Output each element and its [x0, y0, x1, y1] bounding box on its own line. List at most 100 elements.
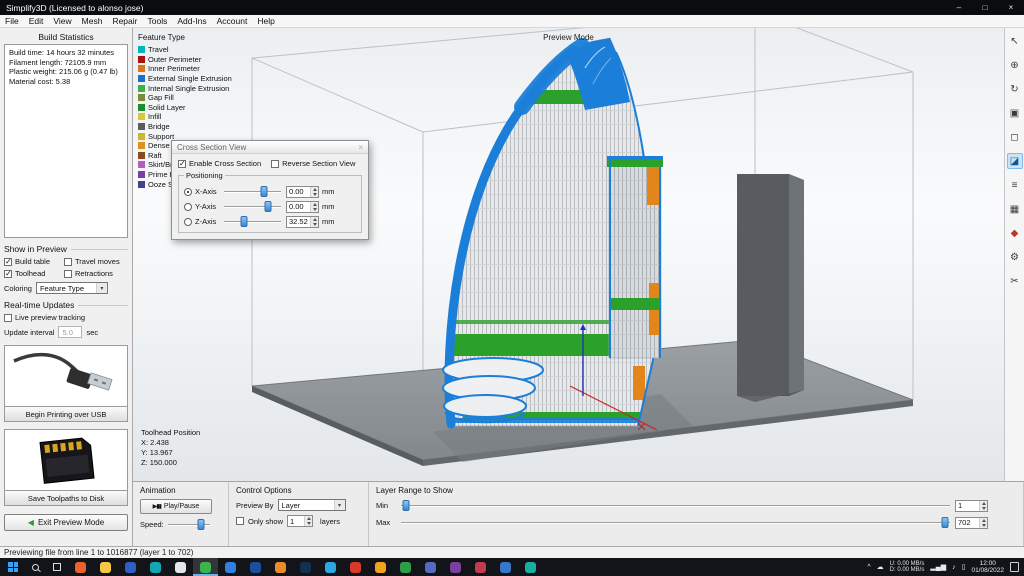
x-axis-radio[interactable]	[184, 187, 192, 196]
slider-handle[interactable]	[941, 517, 948, 528]
battery-icon[interactable]: ▯	[962, 563, 966, 571]
taskbar-app[interactable]	[118, 558, 143, 576]
select-tool-button[interactable]: ↖	[1007, 33, 1023, 49]
taskbar-app[interactable]	[93, 558, 118, 576]
settings-tool-button[interactable]: ⚙	[1007, 249, 1023, 265]
begin-printing-usb-button[interactable]: Begin Printing over USB	[5, 406, 127, 421]
speed-slider[interactable]	[167, 518, 210, 531]
taskbar-app[interactable]	[468, 558, 493, 576]
taskbar-app[interactable]	[143, 558, 168, 576]
taskbar-app[interactable]	[418, 558, 443, 576]
notification-center-icon[interactable]	[1010, 562, 1019, 572]
menu-item[interactable]: Account	[212, 15, 253, 27]
preview-by-select[interactable]: Layer	[277, 499, 346, 511]
slider-handle[interactable]	[197, 519, 205, 530]
y-axis-radio[interactable]	[184, 202, 192, 211]
taskbar-app[interactable]	[368, 558, 393, 576]
3d-scene[interactable]	[133, 28, 1024, 481]
dialog-titlebar[interactable]: Cross Section View ×	[172, 141, 368, 154]
taskbar-app[interactable]	[168, 558, 193, 576]
fit-view-tool-button[interactable]: ▣	[1007, 105, 1023, 121]
y-axis-slider[interactable]	[224, 200, 281, 213]
taskbar-app[interactable]	[268, 558, 293, 576]
spinner-arrows[interactable]	[304, 516, 313, 526]
min-layer-slider[interactable]	[401, 499, 950, 512]
menu-item[interactable]: View	[48, 15, 76, 27]
menu-item[interactable]: Help	[252, 15, 279, 27]
x-axis-value-input[interactable]: 0.00	[286, 185, 319, 198]
spinner-arrows[interactable]	[310, 201, 318, 212]
only-show-checkbox[interactable]	[236, 517, 244, 525]
taskbar-app[interactable]	[443, 558, 468, 576]
z-axis-value-input[interactable]: 32.52	[286, 215, 319, 228]
spinner-arrows[interactable]	[310, 186, 318, 197]
menu-item[interactable]: Add-Ins	[172, 15, 211, 27]
menu-item[interactable]: Tools	[142, 15, 172, 27]
control-options-title: Control Options	[236, 486, 292, 495]
slider-handle[interactable]	[264, 201, 272, 212]
taskbar-app[interactable]	[218, 558, 243, 576]
cloud-icon[interactable]: ☁	[877, 563, 884, 571]
enable-cross-section-checkbox[interactable]: Enable Cross Section	[178, 159, 261, 168]
menu-item[interactable]: Edit	[24, 15, 49, 27]
spinner-arrows[interactable]	[979, 500, 987, 511]
spinner-arrows[interactable]	[979, 517, 987, 528]
task-view-button[interactable]	[46, 558, 68, 576]
exit-preview-button[interactable]: ◀ Exit Preview Mode	[4, 514, 128, 531]
z-axis-radio[interactable]	[184, 217, 192, 226]
volume-icon[interactable]: ♪	[952, 564, 956, 571]
minimize-button[interactable]: –	[946, 0, 972, 15]
taskbar-app[interactable]	[493, 558, 518, 576]
slider-handle[interactable]	[260, 186, 268, 197]
taskbar-app[interactable]	[68, 558, 93, 576]
clock[interactable]: 12:00 01/08/2022	[971, 560, 1004, 575]
dialog-close-icon[interactable]: ×	[358, 143, 363, 152]
slider-handle[interactable]	[402, 500, 410, 511]
preview-option-checkbox[interactable]: Toolhead	[4, 269, 64, 278]
taskbar-app[interactable]	[193, 558, 218, 576]
x-axis-slider[interactable]	[224, 185, 281, 198]
taskbar-app[interactable]	[518, 558, 543, 576]
build-statistics-title: Build Statistics	[38, 32, 94, 42]
y-axis-value-input[interactable]: 0.00	[286, 200, 319, 213]
only-show-value-input[interactable]: 1	[287, 515, 314, 527]
tray-expand-icon[interactable]: ^	[867, 564, 870, 571]
menu-item[interactable]: File	[0, 15, 24, 27]
preview-option-checkbox[interactable]: Retractions	[64, 269, 128, 278]
max-layer-input[interactable]: 702	[955, 516, 988, 529]
signal-icon[interactable]: ▂▄▆	[930, 563, 946, 571]
taskbar-app[interactable]	[293, 558, 318, 576]
menu-item[interactable]: Mesh	[77, 15, 108, 27]
reverse-section-checkbox[interactable]: Reverse Section View	[271, 159, 355, 168]
z-axis-slider[interactable]	[224, 215, 281, 228]
start-button[interactable]	[2, 558, 24, 576]
search-button[interactable]	[24, 558, 46, 576]
slider-handle[interactable]	[240, 216, 248, 227]
coloring-select[interactable]: Feature Type	[35, 282, 108, 294]
zoom-tool-button[interactable]: ⊕	[1007, 57, 1023, 73]
spinner-arrows[interactable]	[310, 216, 318, 227]
supports-tool-button[interactable]: ◆	[1007, 225, 1023, 241]
taskbar-app[interactable]	[243, 558, 268, 576]
max-layer-slider[interactable]	[401, 516, 950, 529]
taskbar-app[interactable]	[393, 558, 418, 576]
maximize-button[interactable]: □	[972, 0, 998, 15]
cross-section-tool-button[interactable]: ◪	[1006, 153, 1023, 169]
min-layer-input[interactable]: 1	[955, 499, 988, 512]
snapshot-tool-button[interactable]: ◻	[1007, 129, 1023, 145]
live-preview-checkbox[interactable]: Live preview tracking	[4, 313, 128, 322]
play-pause-button[interactable]: ▶▮▮ Play/Pause	[140, 499, 212, 514]
taskbar-app[interactable]	[343, 558, 368, 576]
close-button[interactable]: ×	[998, 0, 1024, 15]
taskbar-app[interactable]	[318, 558, 343, 576]
mesh-tool-button[interactable]: ▦	[1007, 201, 1023, 217]
preview-option-checkbox[interactable]: Travel moves	[64, 257, 128, 266]
menu-item[interactable]: Repair	[107, 15, 142, 27]
layers-tool-button[interactable]: ≡	[1007, 177, 1023, 193]
cut-tool-button[interactable]: ✂	[1007, 273, 1023, 289]
preview-option-checkbox[interactable]: Build table	[4, 257, 64, 266]
rotate-view-tool-button[interactable]: ↻	[1007, 81, 1023, 97]
update-interval-input[interactable]: 5.0	[58, 326, 83, 338]
checkbox-label: Travel moves	[75, 257, 120, 266]
save-toolpaths-button[interactable]: Save Toolpaths to Disk	[5, 490, 127, 505]
